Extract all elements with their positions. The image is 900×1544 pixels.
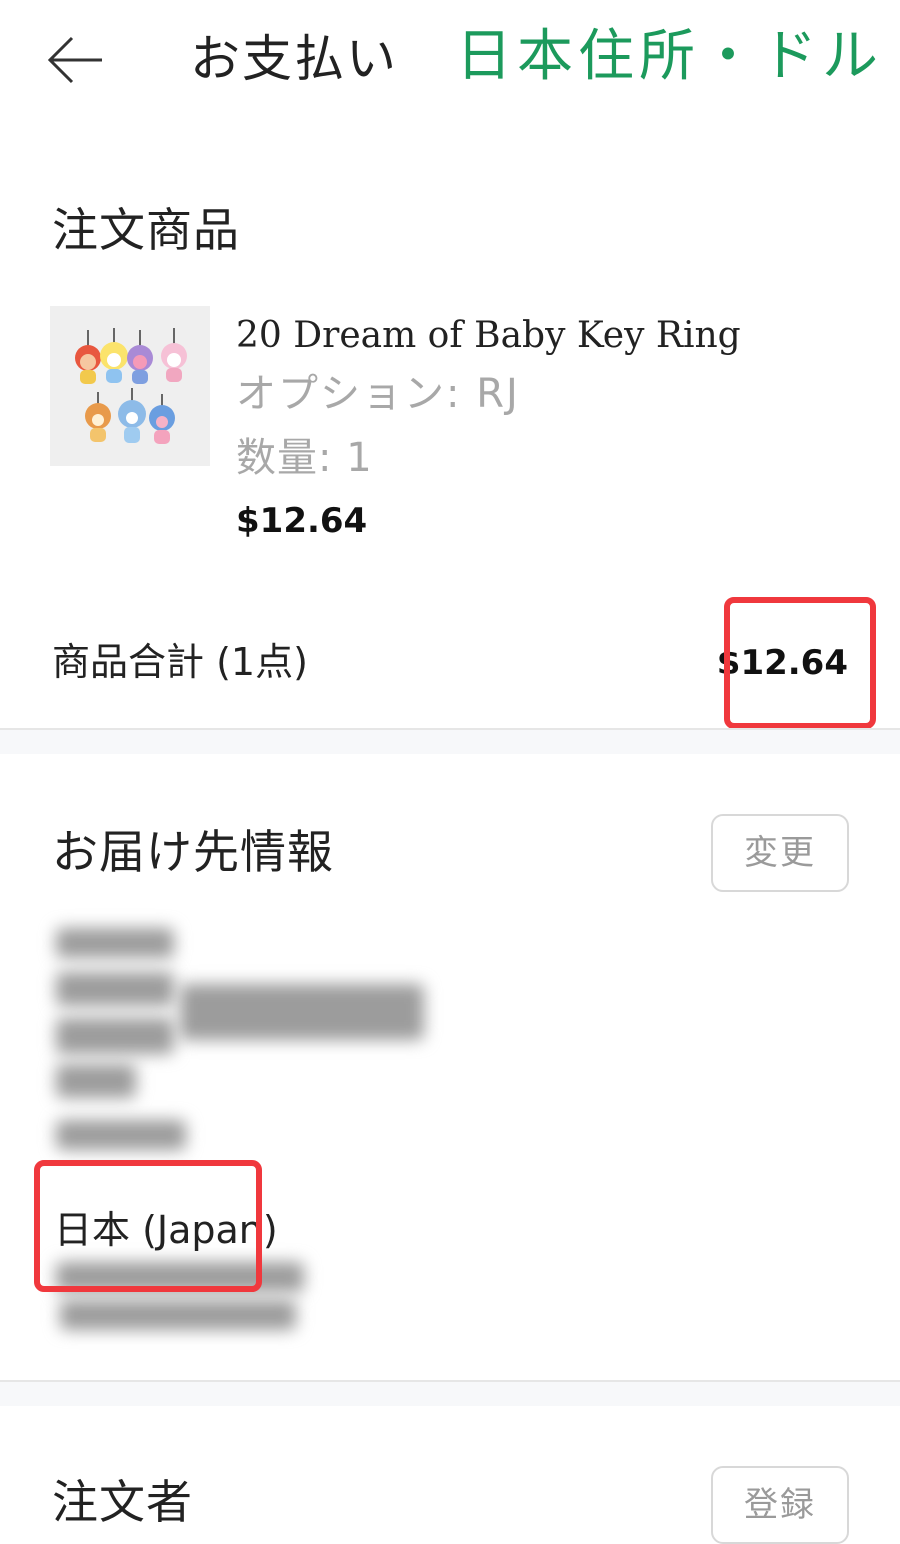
product-name[interactable]: 20 Dream of Baby Key Ring <box>236 312 741 360</box>
product-quantity: 数量: 1 <box>236 435 373 481</box>
arrow-left-icon <box>47 36 102 84</box>
change-address-button[interactable]: 変更 <box>711 814 849 892</box>
shipping-info-title: お届け先情報 <box>52 825 334 879</box>
overlay-caption: 日本住所・ドル <box>456 24 883 89</box>
product-option: オプション: RJ <box>236 371 520 417</box>
keyring-plush-image <box>50 306 210 466</box>
section-divider <box>0 728 900 754</box>
section-divider <box>0 1380 900 1406</box>
page-title: お支払い <box>190 30 398 88</box>
orderer-title: 注文者 <box>52 1475 193 1529</box>
register-orderer-button[interactable]: 登録 <box>711 1466 849 1544</box>
subtotal-label: 商品合計 (1点) <box>52 640 308 684</box>
product-price: $12.64 <box>236 501 368 541</box>
back-button[interactable] <box>44 32 108 88</box>
country-highlight-box <box>34 1160 262 1292</box>
order-items-title: 注文商品 <box>52 203 240 257</box>
subtotal-highlight-box <box>724 597 876 729</box>
product-thumbnail[interactable] <box>50 306 210 466</box>
header-bar: お支払い 日本住所・ドル <box>0 0 900 120</box>
